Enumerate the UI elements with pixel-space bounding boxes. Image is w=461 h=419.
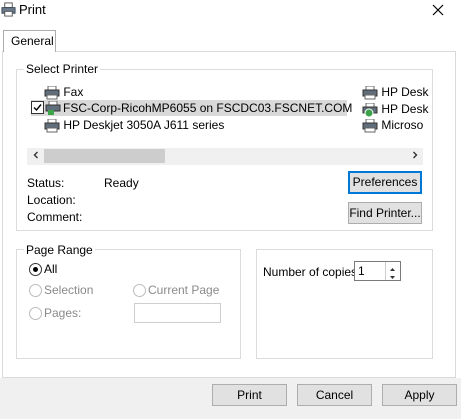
radio-all-label: All [44,262,58,276]
printer-name: FSC-Corp-RicohMP6055 on FSCDC03.FSCNET.C… [63,101,353,115]
status-value: Ready [104,176,139,190]
chevron-left-icon [33,151,38,159]
copies-stepper-down[interactable] [385,271,400,280]
print-button-label: Print [237,388,262,402]
radio-pages-circle [29,307,42,320]
status-label: Status: [27,176,65,190]
copies-value: 1 [358,264,365,278]
radio-pages[interactable]: Pages: [29,306,89,322]
radio-selection[interactable]: Selection [29,283,119,299]
radio-current-page[interactable]: Current Page [133,283,223,299]
printer-icon [362,85,378,100]
copies-stepper-up[interactable] [385,262,400,271]
printer-item-fax[interactable]: Fax [44,84,83,100]
printer-list[interactable]: Fax FSC-Corp-RicohMP6055 on FSCDC03.FSCN… [27,84,428,146]
network-printer-default-icon [45,101,61,115]
apply-button[interactable]: Apply [382,384,457,406]
default-check-icon [31,101,44,114]
preferences-button[interactable]: Preferences [348,171,422,194]
printer-name: HP Deskjet 3050A J611 series [63,118,225,132]
find-printer-button-label: Find Printer... [349,206,421,220]
tab-general[interactable]: General [3,30,56,52]
radio-current-page-label: Current Page [148,283,220,297]
cancel-button[interactable]: Cancel [297,384,372,406]
printer-icon [44,118,60,133]
print-button[interactable]: Print [212,384,287,406]
radio-current-page-circle [133,284,146,297]
printer-icon [1,2,16,17]
printer-item-hp-desk-1[interactable]: HP Desk [362,84,428,100]
chevron-right-icon [412,151,417,159]
close-button[interactable] [430,2,446,18]
tab-general-label: General [11,34,54,48]
cancel-button-label: Cancel [315,388,354,402]
printer-item-microsoft[interactable]: Microso [362,117,423,133]
printer-name: HP Desk [381,85,429,99]
printer-list-scrollbar[interactable] [27,148,423,165]
window-title: Print [19,2,46,17]
scroll-right-arrow[interactable] [406,148,423,165]
preferences-button-label: Preferences [352,175,418,189]
find-printer-button[interactable]: Find Printer... [348,202,422,224]
copies-label: Number of copies: [263,265,361,279]
printer-item-hp-deskjet[interactable]: HP Deskjet 3050A J611 series [44,117,224,133]
page-range-group-label: Page Range [24,243,95,257]
copies-stepper[interactable]: 1 [354,261,401,281]
apply-button-label: Apply [404,388,435,402]
comment-label: Comment: [27,210,83,224]
pages-input[interactable] [134,303,221,323]
radio-all-circle [29,263,42,276]
radio-selected-dot [33,267,38,272]
radio-selection-circle [29,284,42,297]
chevron-down-icon [390,276,395,279]
select-printer-group-label: Select Printer [24,62,101,76]
fax-printer-icon [44,85,60,100]
printer-icon [362,118,378,133]
radio-all[interactable]: All [29,262,89,278]
location-label: Location: [27,193,76,207]
printer-ready-icon [362,102,378,117]
scroll-left-arrow[interactable] [27,148,44,165]
printer-name: Fax [63,85,84,99]
radio-pages-label: Pages: [44,306,82,320]
scroll-thumb[interactable] [44,149,165,163]
radio-selection-label: Selection [44,283,94,297]
printer-name: Microso [381,118,424,132]
printer-item-hp-desk-2[interactable]: HP Desk [362,101,428,117]
printer-name: HP Desk [381,102,429,116]
title-bar: Print [0,0,461,22]
close-icon [432,4,444,16]
printer-item-ricoh[interactable]: FSC-Corp-RicohMP6055 on FSCDC03.FSCNET.C… [31,100,352,116]
